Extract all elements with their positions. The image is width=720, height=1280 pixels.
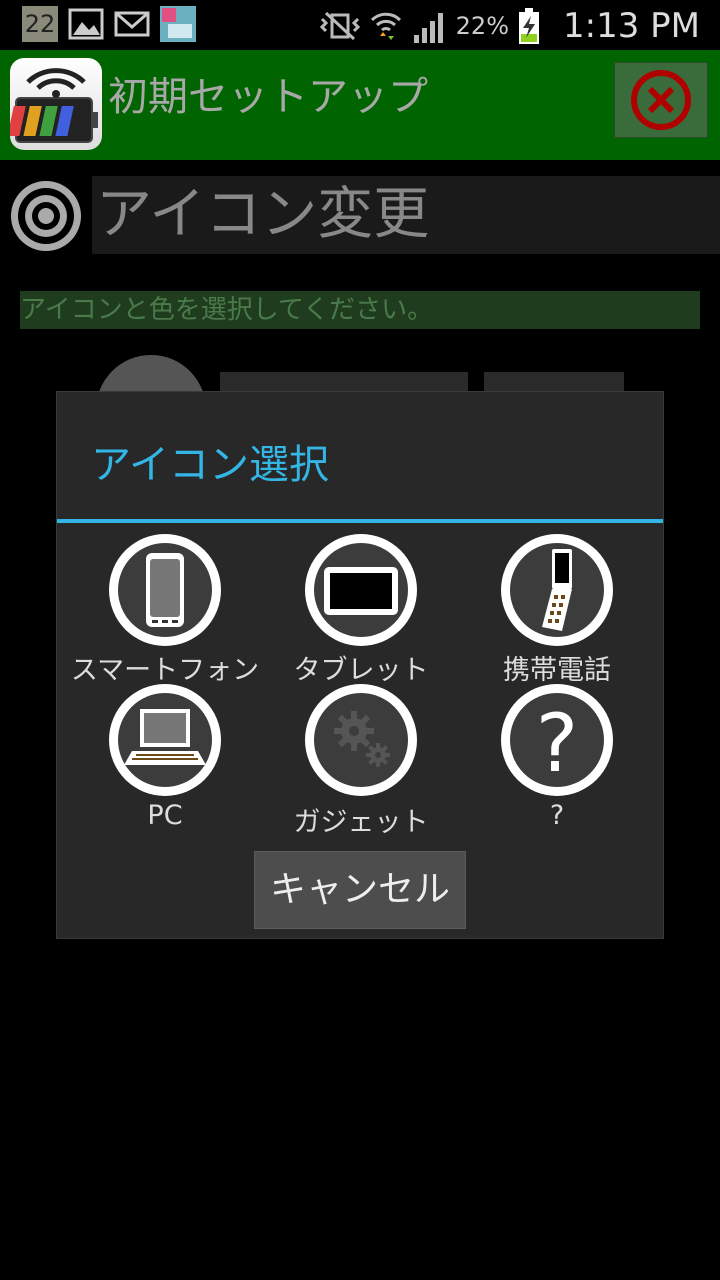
- icon-circle-inner: [314, 543, 408, 637]
- icon-select-dialog: アイコン選択 スマートフォン タブレット 携帯電話 PC ガジェット ? ? キ…: [56, 391, 664, 939]
- cancel-button[interactable]: キャンセル: [254, 851, 466, 929]
- icon-label: スマートフォン: [70, 655, 260, 686]
- svg-text:?: ?: [536, 697, 578, 787]
- icon-label: ガジェット: [293, 807, 429, 838]
- signal-icon: [413, 13, 443, 43]
- icon-circle: ?: [501, 684, 613, 796]
- app-thumbnail-icon: [160, 6, 196, 42]
- icon-circle-inner: [118, 543, 212, 637]
- image-icon: [68, 8, 104, 40]
- dialog-divider: [57, 519, 663, 523]
- hint-text: アイコンと色を選択してください。: [20, 291, 700, 329]
- icon-circle-inner: [118, 693, 212, 787]
- icon-circle-inner: [510, 543, 604, 637]
- status-bar: 22 22% 1:13 PM: [0, 0, 720, 50]
- tablet-icon: [324, 567, 398, 615]
- close-button[interactable]: [614, 62, 708, 138]
- icon-label: ?: [549, 800, 565, 831]
- icon-circle: [305, 534, 417, 646]
- icon-label: PC: [147, 800, 183, 831]
- battery-wifi-app-icon: [7, 58, 102, 150]
- question-icon: ?: [536, 697, 578, 787]
- vibrate-icon: [319, 11, 360, 41]
- battery-charging-icon: [519, 8, 539, 44]
- icon-label: 携帯電話: [503, 655, 611, 686]
- icon-label: タブレット: [293, 655, 429, 686]
- section-title: アイコン変更: [92, 176, 720, 254]
- icon-circle: [501, 534, 613, 646]
- icon-circle-inner: ?: [510, 693, 604, 787]
- app-bar: 初期セットアップ: [0, 50, 720, 160]
- icon-circle: [109, 534, 221, 646]
- clock: 1:13 PM: [563, 6, 700, 46]
- flip-phone-icon: [542, 549, 572, 631]
- smartphone-icon: [146, 553, 184, 627]
- wifi-icon: [370, 12, 401, 40]
- notification-badge: 22: [22, 6, 58, 42]
- app-title: 初期セットアップ: [108, 74, 428, 120]
- dialog-title: アイコン選択: [91, 442, 329, 488]
- battery-percent: 22%: [455, 12, 509, 40]
- gears-icon: [334, 711, 390, 767]
- icon-circle-inner: [314, 693, 408, 787]
- target-ring-icon: [11, 181, 81, 251]
- icon-circle: [109, 684, 221, 796]
- icon-circle: [305, 684, 417, 796]
- mail-icon: [114, 11, 150, 37]
- close-circle-icon: [631, 70, 691, 130]
- laptop-icon: [124, 709, 206, 765]
